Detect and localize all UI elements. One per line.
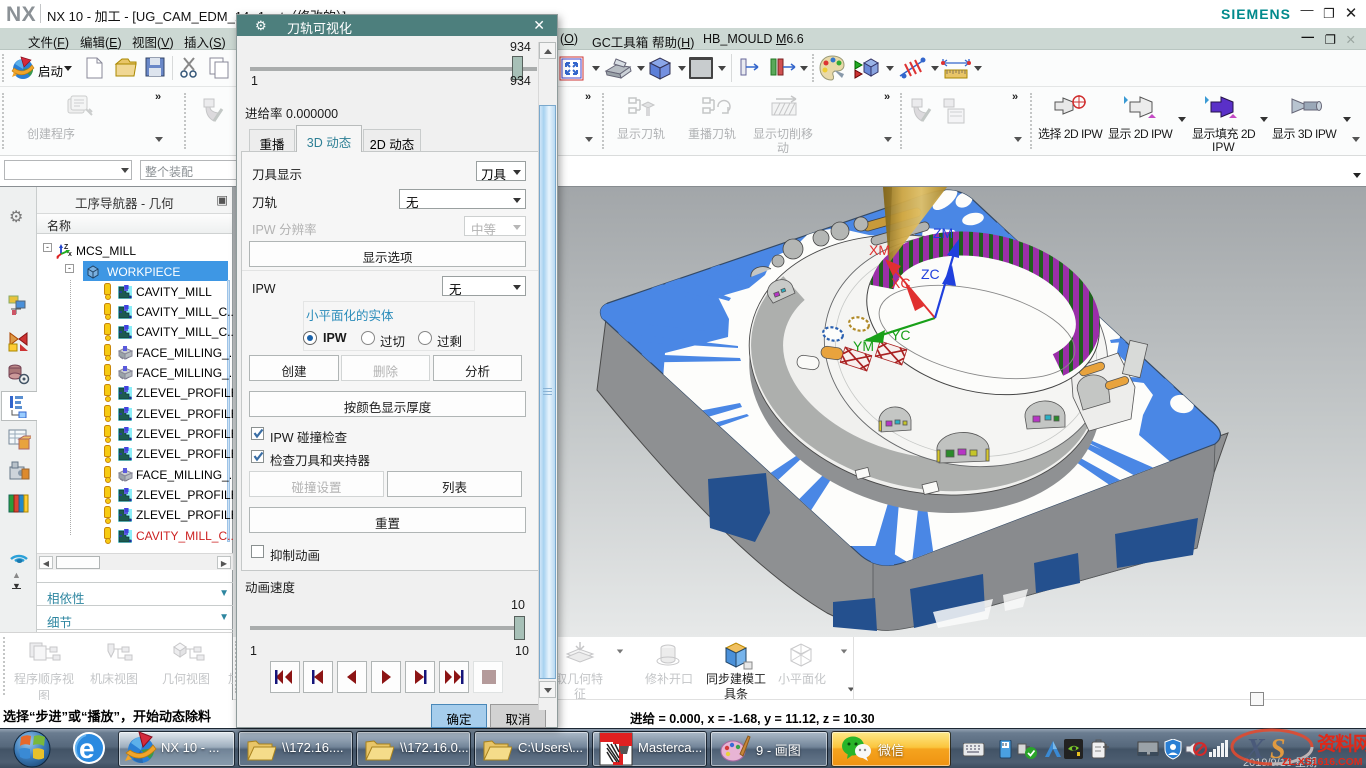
svg-text:XC: XC bbox=[891, 275, 910, 291]
svg-text:ZC: ZC bbox=[921, 266, 940, 282]
svg-text:Z: Z bbox=[64, 244, 69, 251]
svg-text:x: x bbox=[68, 251, 72, 258]
svg-text:XM: XM bbox=[869, 242, 890, 258]
svg-text:X: X bbox=[1245, 734, 1266, 765]
svg-text:YM: YM bbox=[853, 338, 874, 354]
svg-text:ZM: ZM bbox=[933, 225, 953, 241]
svg-text:ZL.XS1616.COM: ZL.XS1616.COM bbox=[1282, 756, 1363, 768]
svg-text:资料网: 资料网 bbox=[1317, 732, 1366, 755]
svg-text:YC: YC bbox=[891, 327, 910, 343]
